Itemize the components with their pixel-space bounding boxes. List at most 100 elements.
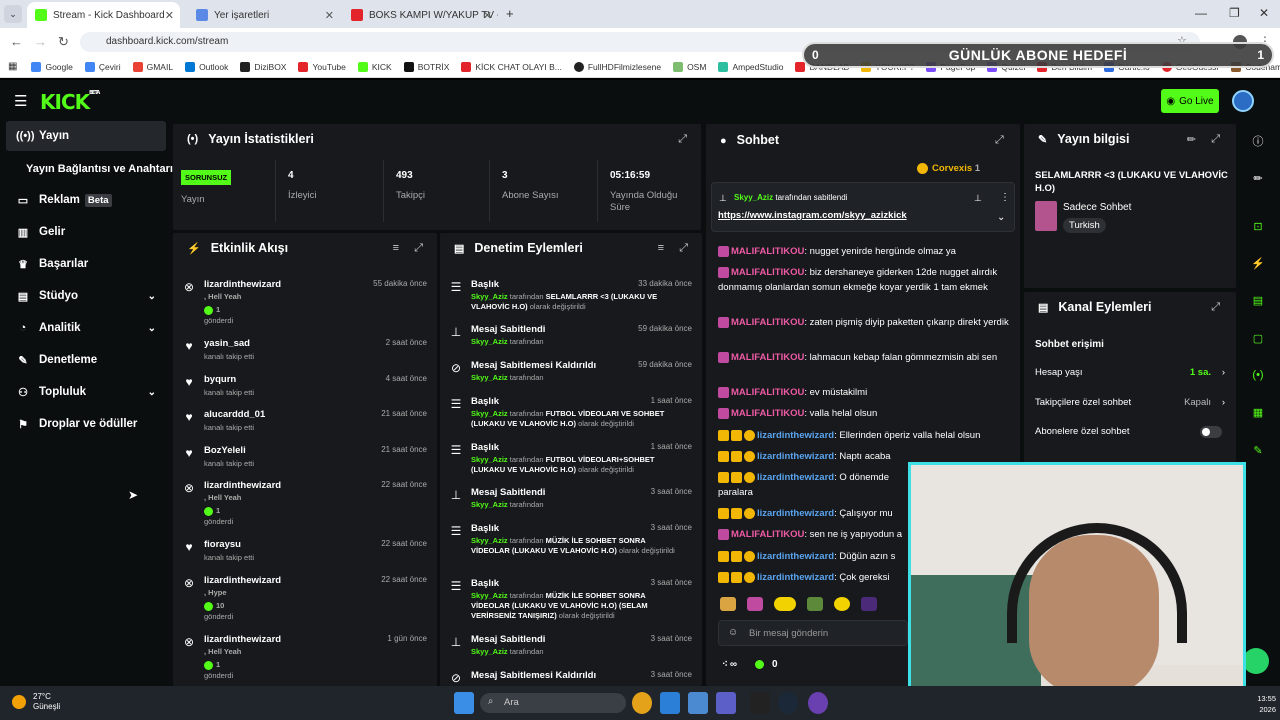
epic-taskbar-icon[interactable] — [750, 692, 770, 714]
sidebar-item-gelir[interactable]: ▥ Gelir — [6, 217, 166, 247]
emoji-icon[interactable]: ☺ — [728, 627, 738, 638]
bookmark-fullhd[interactable]: FullHDFilmizlesene — [573, 61, 661, 72]
broadcast-icon[interactable]: (•) — [1244, 362, 1272, 388]
wrench-icon[interactable]: ✎ — [1244, 437, 1272, 463]
bookmark-ampedstudio[interactable]: AmpedStudio — [718, 61, 783, 72]
chrome-taskbar-icon[interactable] — [632, 692, 652, 714]
pinned-link[interactable]: https://www.instagram.com/skyy_azizkick — [718, 210, 907, 221]
taskbar-search[interactable]: ⌕ Ara — [480, 693, 626, 713]
back-icon[interactable]: ← — [10, 34, 23, 49]
close-tab-icon[interactable]: ✕ — [325, 9, 334, 22]
emote-icon[interactable] — [774, 597, 796, 611]
subscribers-only-toggle[interactable] — [1200, 426, 1222, 438]
sidebar-item-analitik[interactable]: ◔ Analitik ⌄ — [6, 313, 166, 343]
emote-icon[interactable] — [720, 597, 736, 611]
bookmark-youtube[interactable]: YouTube — [298, 61, 346, 72]
moderation-panel: ▤ Denetim Eylemleri ≡ ⤢ ☰ Başlık 33 dakika … — [440, 233, 702, 686]
teams-taskbar-icon[interactable] — [716, 692, 736, 714]
edit-icon[interactable]: ✏ — [1187, 133, 1196, 146]
expand-icon[interactable]: ⤢ — [414, 242, 423, 255]
expand-icon[interactable]: ⤢ — [1211, 133, 1220, 146]
go-live-button[interactable]: ◉ Go Live — [1161, 89, 1219, 113]
sidebar-item-basarilar[interactable]: ♛ Başarılar — [6, 249, 166, 279]
sidebar-item-topluluk[interactable]: ⚇ Topluluk ⌄ — [6, 377, 166, 407]
expand-icon[interactable]: ⤢ — [679, 242, 688, 255]
sidebar-item-droplar[interactable]: ⚑ Droplar ve ödüller — [6, 409, 166, 439]
activity-detail: , Hell Yeah — [204, 493, 242, 502]
forward-icon[interactable]: → — [34, 34, 47, 49]
minimize-icon[interactable]: — — [1195, 6, 1207, 20]
sidebar-item-yayin[interactable]: ((•)) Yayın — [6, 121, 166, 151]
close-tab-icon[interactable]: ✕ — [165, 9, 174, 22]
chat-input[interactable]: ☺ Bir mesaj gönderin — [718, 620, 908, 646]
emote-icon[interactable] — [747, 597, 763, 611]
target-icon[interactable]: ⊡ — [1244, 213, 1272, 239]
chat-header: ● Sohbet — [720, 133, 779, 147]
weather-widget[interactable]: 27°C Güneşli — [12, 692, 60, 712]
chevron-down-icon[interactable]: ⌄ — [997, 212, 1005, 223]
chat-bubble-icon[interactable]: ▢ — [1244, 325, 1272, 351]
apps-grid-icon[interactable]: ▦ — [8, 61, 17, 72]
app-taskbar-icon[interactable] — [808, 692, 828, 714]
bookmark-google[interactable]: Google — [31, 61, 73, 72]
close-tab-icon[interactable]: ✕ — [483, 9, 492, 22]
sidebar-item-denetleme[interactable]: ✎ Denetleme — [6, 345, 166, 375]
bookmark-outlook[interactable]: Outlook — [185, 61, 228, 72]
maximize-icon[interactable]: ❐ — [1229, 6, 1240, 20]
tab-bookmarks[interactable]: Yer işaretleri ✕ — [188, 2, 340, 28]
tab-list-button[interactable]: ⌄ — [4, 5, 22, 23]
title-edit-icon: ☰ — [450, 397, 462, 411]
age-badge-icon — [718, 450, 729, 462]
bookmark-kick-chat[interactable]: KİCK CHAT OLAYI B... — [461, 61, 562, 72]
filter-icon[interactable]: ≡ — [658, 242, 664, 254]
info-icon[interactable]: ⓘ — [1244, 128, 1272, 154]
expand-icon[interactable]: ⤢ — [1211, 301, 1220, 314]
users-icon: ⚇ — [18, 386, 28, 399]
filter-icon[interactable]: ≡ — [393, 242, 399, 254]
age-badge-icon — [718, 471, 729, 483]
bookmark-ceviri[interactable]: Çeviri — [84, 61, 121, 72]
pinned-message[interactable]: ⊥ Skyy_Aziz tarafından sabitlendi ⊥ ⋮ ht… — [711, 182, 1015, 232]
bookmark-dizibox[interactable]: DiziBOX — [240, 61, 286, 72]
lightning-icon[interactable]: ⚡ — [1244, 250, 1272, 276]
windows-start-icon[interactable] — [454, 692, 474, 714]
hamburger-menu-icon[interactable]: ☰ — [14, 92, 27, 110]
edit-icon[interactable]: ✏ — [1244, 165, 1272, 191]
mod-title: Mesaj Sabitlendi — [471, 634, 546, 645]
bookmark-gmail[interactable]: GMAIL — [132, 61, 173, 72]
user-avatar[interactable] — [1232, 90, 1254, 112]
more-options-icon[interactable]: ⋮ — [1000, 192, 1010, 203]
pin-icon[interactable]: ⊥ — [974, 193, 982, 204]
sidebar-item-reklam[interactable]: ▭ Reklam Beta — [6, 185, 166, 215]
bookmark-kick[interactable]: KICK — [357, 61, 392, 72]
list-icon[interactable]: ▦ — [1244, 399, 1272, 425]
bookmark-osm[interactable]: OSM — [673, 61, 706, 72]
mod-time: 59 dakika önce — [638, 360, 692, 369]
expand-icon[interactable]: ⤢ — [678, 133, 687, 146]
tab-youtube[interactable]: BOKS KAMPI W/YAKUP TV - Yo ✕ — [343, 2, 498, 28]
app-taskbar-icon[interactable] — [688, 692, 708, 714]
new-tab-icon[interactable]: + — [506, 6, 514, 21]
close-window-icon[interactable]: ✕ — [1259, 6, 1269, 20]
account-age-row[interactable]: Hesap yaşı 1 sa. › — [1035, 367, 1225, 378]
panel-title: Denetim Eylemleri — [474, 241, 583, 255]
document-icon[interactable]: ▤ — [1244, 287, 1272, 313]
emote-icon[interactable] — [807, 597, 823, 611]
emote-icon[interactable] — [834, 597, 850, 611]
tab-kick-dashboard[interactable]: Stream - Kick Dashboard ✕ — [27, 2, 180, 28]
followers-only-row[interactable]: Takipçilere özel sohbet Kapalı › — [1035, 397, 1225, 408]
language-tag: Turkish — [1063, 218, 1106, 233]
expand-icon[interactable]: ⤢ — [995, 134, 1004, 147]
activity-detail: kanalı takip etti — [204, 388, 255, 397]
crown-badge-icon — [731, 571, 742, 583]
app-taskbar-icon[interactable] — [660, 692, 680, 714]
sidebar-item-stream-key[interactable]: Yayın Bağlantısı ve Anahtarı — [6, 154, 176, 184]
kick-logo[interactable]: KICKBETA — [40, 90, 100, 114]
chat-message: MALIFALITIKOU: ev müstakilmi — [718, 385, 1010, 400]
reload-icon[interactable]: ↻ — [58, 34, 69, 50]
steam-taskbar-icon[interactable] — [778, 692, 798, 714]
whatsapp-icon[interactable] — [1243, 648, 1269, 674]
sidebar-item-studyo[interactable]: ▤ Stüdyo ⌄ — [6, 281, 166, 311]
bookmark-botrix[interactable]: BOTRİX — [403, 61, 449, 72]
emote-icon[interactable] — [861, 597, 877, 611]
